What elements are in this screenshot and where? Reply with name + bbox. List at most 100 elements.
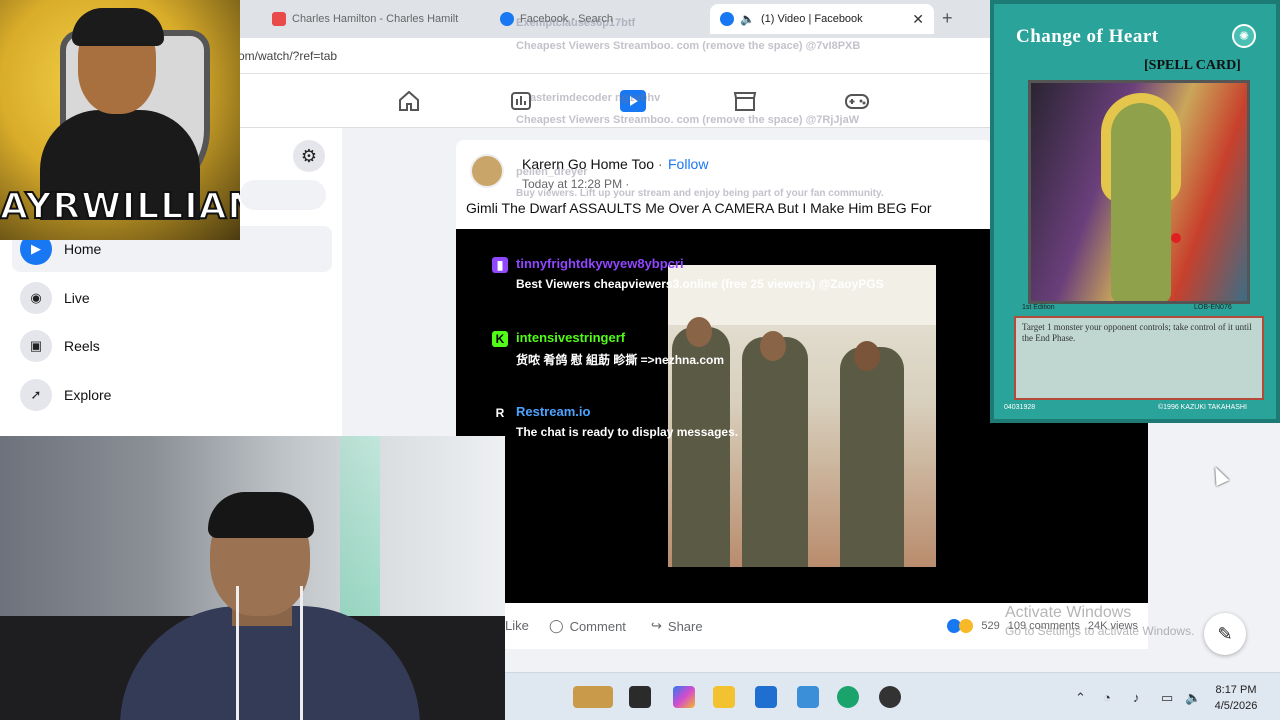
card-type: [SPELL CARD]	[1144, 58, 1241, 73]
tab-charles-hamilton[interactable]: Charles Hamilton - Charles Hamilt	[262, 4, 482, 34]
earphone-cord	[236, 586, 239, 720]
overlay-faint-text: peilen_dreyer	[516, 166, 588, 178]
outlook-icon[interactable]	[797, 686, 819, 708]
card-set-code: LOB-EN076	[1194, 304, 1232, 311]
facebook-icon	[500, 12, 514, 26]
post-title: Gimli The Dwarf ASSAULTS Me Over A CAMER…	[466, 200, 932, 216]
chat-message: R Restream.io The chat is ready to displ…	[492, 404, 972, 439]
earphone-cord	[300, 586, 303, 720]
sidebar-item-label: Reels	[64, 338, 100, 354]
card-artwork	[1028, 80, 1250, 304]
chat-message: K intensivestringerf 货哝 肴鸽 慰 組莇 畛撕 =>nez…	[492, 330, 972, 368]
separator-dot: ·	[658, 156, 663, 172]
close-tab-icon[interactable]: ✕	[912, 11, 924, 28]
sidebar-item-label: Explore	[64, 387, 112, 403]
chat-username: Restream.io	[516, 404, 591, 419]
comment-icon: ◯	[549, 618, 564, 633]
spell-attribute-icon: ✺	[1232, 24, 1256, 48]
overlay-faint-text: Cheapest Viewers Streamboo. com (remove …	[516, 40, 861, 52]
kick-icon: K	[492, 331, 508, 347]
activate-subtitle: Go to Settings to activate Windows.	[1005, 624, 1195, 638]
speaker-icon: 🔈	[740, 12, 755, 26]
logo-hair	[72, 8, 164, 46]
comment-button[interactable]: ◯ Comment	[549, 618, 626, 634]
streamer-logo: AYRWILLIAMS	[0, 0, 240, 240]
facebook-icon	[720, 12, 734, 26]
card-name: Change of Heart	[1016, 26, 1159, 47]
avatar[interactable]	[470, 154, 504, 188]
gear-icon[interactable]: ⚙	[293, 140, 325, 172]
overlay-faint-text: Exemptclauses6p17btf	[516, 17, 636, 29]
card-code: 04031928	[1004, 404, 1036, 411]
live-icon: ◉	[20, 282, 52, 314]
share-label: Share	[667, 618, 703, 634]
compose-icon[interactable]: ✎	[1204, 613, 1246, 655]
new-tab-button[interactable]: +	[942, 8, 953, 29]
home-icon[interactable]	[396, 90, 422, 112]
youtube-icon	[272, 12, 286, 26]
obs-icon[interactable]	[879, 686, 901, 708]
chat-username: intensivestringerf	[516, 330, 626, 345]
explore-icon: ➚	[20, 379, 52, 411]
scrollbar[interactable]	[1262, 423, 1276, 672]
task-view-icon[interactable]	[629, 686, 651, 708]
overlay-faint-text: asterimdecoder ng1ebhv	[530, 92, 661, 104]
webcam-person-hair	[208, 492, 314, 538]
screen: Charles Hamilton - Charles Hamilt Facebo…	[0, 0, 1280, 720]
card-effect-text: Target 1 monster your opponent controls;…	[1014, 316, 1264, 400]
microphone-icon[interactable]: ♪	[1133, 690, 1140, 705]
tab-title: (1) Video | Facebook	[760, 13, 863, 25]
windows-taskbar: ⌃ ◔ ♪ ▭ 🔈	[505, 672, 1280, 720]
comment-label: Comment	[569, 618, 626, 634]
widgets-icon[interactable]	[573, 686, 613, 708]
search-videos-input[interactable]	[240, 180, 326, 210]
like-button[interactable]: Like	[505, 618, 529, 633]
edge-icon[interactable]	[837, 686, 859, 708]
chat-text: Best Viewers cheapviewers3.online (free …	[516, 277, 884, 291]
activate-windows-watermark: Activate Windows Go to Settings to activ…	[1005, 604, 1194, 638]
feed-background	[505, 649, 1148, 672]
store-icon[interactable]	[755, 686, 777, 708]
system-clock[interactable]: 8:17 PM 4/5/2026	[1208, 682, 1264, 714]
restream-icon: R	[495, 406, 505, 420]
like-label: Like	[505, 618, 529, 633]
copilot-icon[interactable]	[673, 686, 695, 708]
sidebar-item-label: Home	[64, 241, 102, 257]
follow-button[interactable]: Follow	[668, 156, 708, 172]
overlay-faint-text: Cheapest Viewers Streamboo. com (remove …	[516, 114, 860, 126]
trading-card: Change of Heart ✺ [SPELL CARD] 1st Editi…	[990, 0, 1280, 423]
volume-icon[interactable]: 🔈	[1185, 690, 1201, 706]
chat-text: The chat is ready to display messages.	[516, 425, 739, 439]
url-text[interactable]: om/watch/?ref=tab	[238, 49, 337, 63]
sidebar-item-explore[interactable]: ➚ Explore	[12, 372, 332, 418]
network-icon[interactable]: ◔	[1103, 690, 1111, 705]
card-edition: 1st Edition	[1022, 304, 1055, 311]
card-figure	[1111, 103, 1171, 301]
clock-time: 8:17 PM	[1215, 684, 1257, 696]
chat-text: 货哝 肴鸽 慰 組莇 畛撕 =>nezhna.com	[516, 353, 725, 367]
chat-username: tinnyfrightdkywyew8ybpcri	[516, 256, 684, 271]
sidebar-item-label: Live	[64, 290, 90, 306]
webcam-feed	[0, 436, 505, 720]
officer-figure	[840, 347, 904, 567]
logo-brand-text: AYRWILLIAMS	[0, 185, 240, 228]
tab-title: Charles Hamilton - Charles Hamilt	[292, 13, 459, 25]
file-explorer-icon[interactable]	[713, 686, 735, 708]
display-icon[interactable]: ▭	[1161, 690, 1173, 706]
share-button[interactable]: ↪ Share	[651, 618, 703, 634]
share-icon: ↪	[651, 618, 662, 633]
tab-video-facebook[interactable]: 🔈 (1) Video | Facebook ✕	[710, 4, 934, 34]
chevron-up-icon[interactable]: ⌃	[1075, 690, 1086, 706]
reaction-count[interactable]: 529	[981, 620, 999, 632]
chat-message: ▮ tinnyfrightdkywyew8ybpcri Best Viewers…	[492, 256, 972, 291]
marketplace-icon[interactable]	[732, 90, 758, 112]
heart-icon	[1171, 233, 1181, 243]
gaming-icon[interactable]	[844, 90, 870, 112]
sidebar-item-live[interactable]: ◉ Live	[12, 275, 332, 321]
reels-icon: ▣	[20, 330, 52, 362]
overlay-faint-text: Buy viewers. Lift up your stream and enj…	[516, 188, 884, 199]
clock-date: 4/5/2026	[1214, 700, 1258, 712]
twitch-icon: ▮	[492, 257, 508, 273]
officer-figure	[742, 337, 808, 567]
sidebar-item-reels[interactable]: ▣ Reels	[12, 323, 332, 369]
